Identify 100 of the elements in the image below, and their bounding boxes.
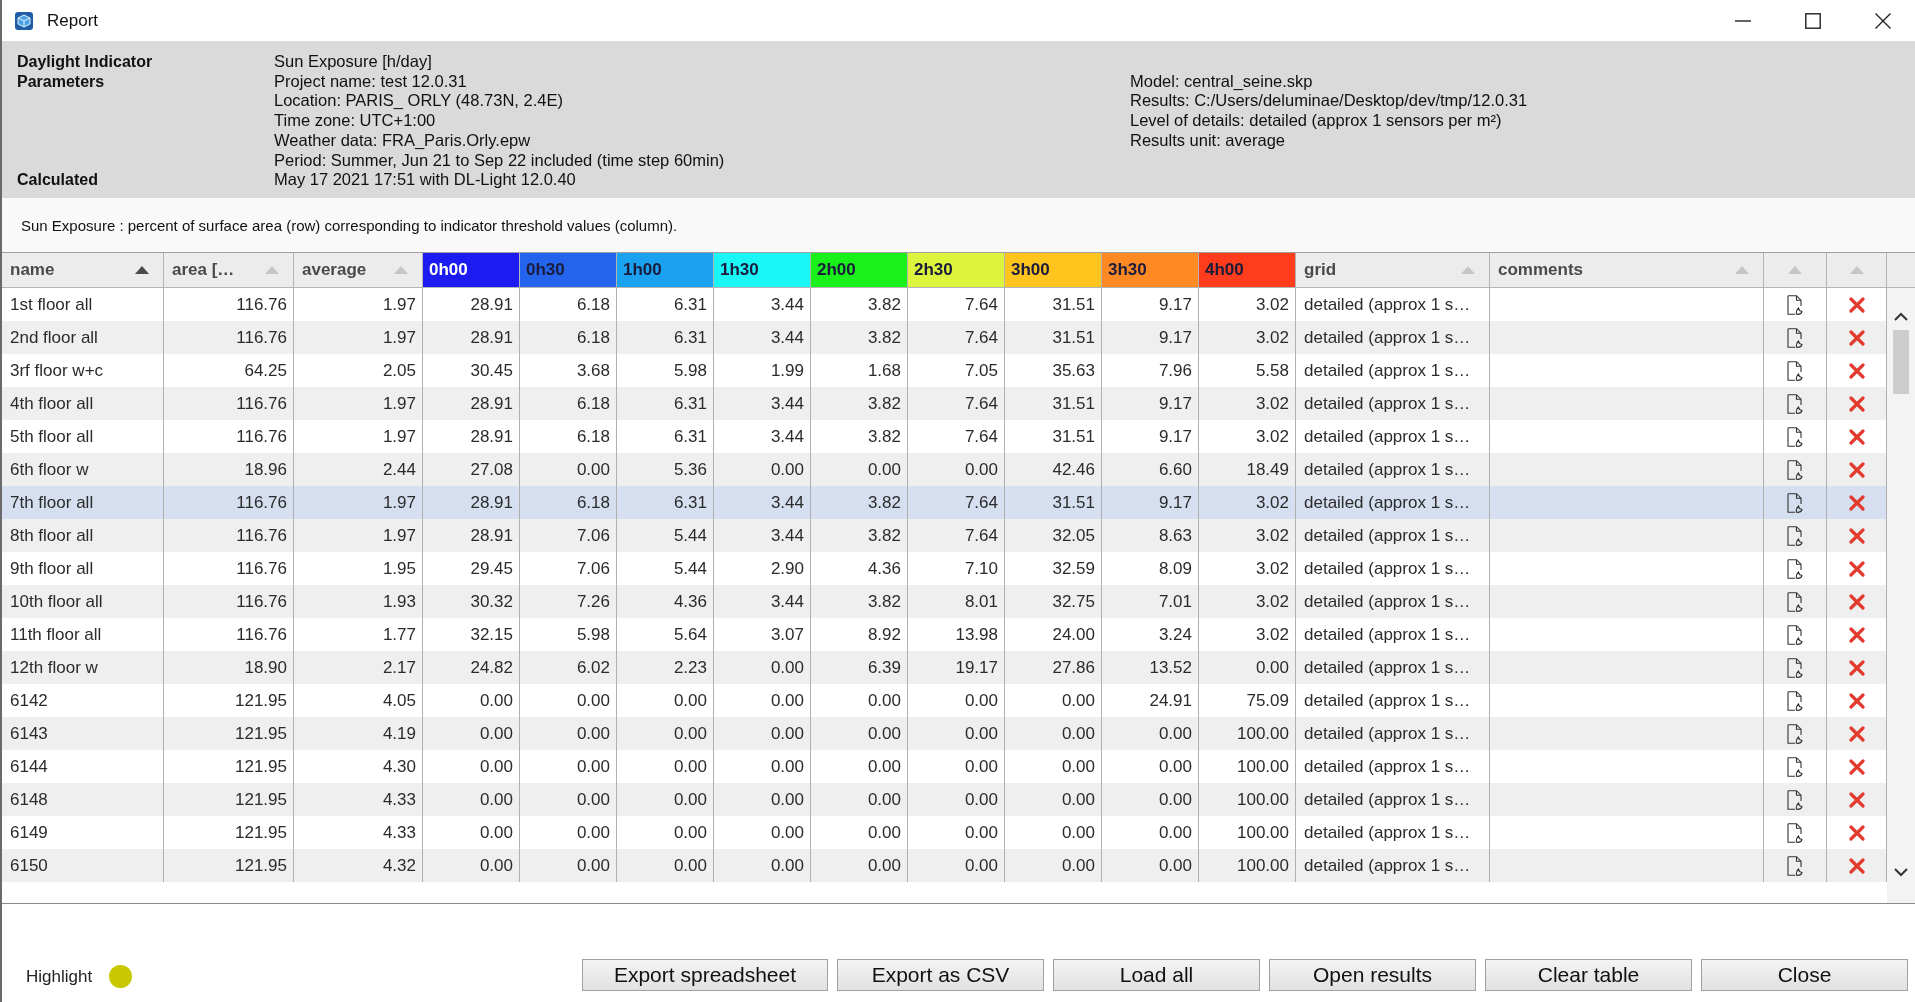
table-cell: 0.00 bbox=[714, 849, 811, 882]
cross-icon[interactable] bbox=[1848, 461, 1865, 478]
description-text: Sun Exposure : percent of surface area (row) corresponding to indicator threshold values (column). bbox=[21, 216, 678, 234]
parameter-text: Project name: test 12.0.31 bbox=[274, 71, 468, 92]
section-label: Calculated bbox=[17, 170, 99, 190]
document-icon[interactable] bbox=[1787, 789, 1803, 810]
table-row[interactable]: 8th floor all 116.76 1.97 28.91 7.06 5.44 3.44 3.82 7.64 32.05 8.63 3.02 detailed (approx 1 s… bbox=[2, 519, 1887, 552]
document-icon[interactable] bbox=[1787, 822, 1803, 843]
close-icon[interactable] bbox=[1875, 12, 1891, 29]
column-header: 3h30 bbox=[1102, 253, 1199, 287]
table-cell: 0.00 bbox=[1102, 849, 1199, 882]
table-row[interactable]: 12th floor w 18.90 2.17 24.82 6.02 2.23 0.00 6.39 19.17 27.86 13.52 0.00 detailed (approx 1 s… bbox=[2, 651, 1887, 684]
model-detail-text: Level of details: detailed (approx 1 sensors per m²) bbox=[1130, 111, 1503, 131]
cross-icon[interactable] bbox=[1848, 593, 1865, 610]
cross-icon[interactable] bbox=[1848, 725, 1865, 742]
column-header: 0h30 bbox=[520, 253, 617, 287]
cross-icon[interactable] bbox=[1848, 692, 1865, 709]
cross-icon[interactable] bbox=[1848, 329, 1865, 346]
table-cell: 121.95 bbox=[164, 849, 294, 882]
model-detail-text: Results: C:/Users/deluminae/Desktop/dev/tmp/12.0.31 bbox=[1130, 91, 1528, 112]
sort-arrow-icon[interactable] bbox=[135, 266, 149, 274]
cross-icon[interactable] bbox=[1848, 791, 1865, 808]
table-cell: 4.32 bbox=[294, 849, 423, 882]
table-cell: 0.00 bbox=[908, 849, 1005, 882]
cross-icon[interactable] bbox=[1848, 494, 1865, 511]
cross-icon[interactable] bbox=[1848, 395, 1865, 412]
maximize-icon[interactable] bbox=[1805, 12, 1821, 29]
action-button[interactable]: Close bbox=[1701, 959, 1908, 991]
column-header: 1h00 bbox=[617, 253, 714, 287]
document-icon[interactable] bbox=[1787, 624, 1803, 645]
action-button[interactable]: Clear table bbox=[1485, 959, 1692, 991]
column-header[interactable]: name bbox=[2, 253, 164, 287]
document-icon[interactable] bbox=[1787, 294, 1803, 315]
action-button[interactable]: Load all bbox=[1053, 959, 1260, 991]
document-icon[interactable] bbox=[1787, 459, 1803, 480]
table-row[interactable]: 6150 121.95 4.32 0.00 0.00 0.00 0.00 0.00 0.00 0.00 0.00 100.00 detailed (approx 1 s… bbox=[2, 849, 1887, 882]
cross-icon[interactable] bbox=[1848, 659, 1865, 676]
table-row[interactable]: 7th floor all 116.76 1.97 28.91 6.18 6.31 3.44 3.82 7.64 31.51 9.17 3.02 detailed (approx 1 s… bbox=[2, 486, 1887, 519]
document-icon[interactable] bbox=[1787, 855, 1803, 876]
action-button[interactable]: Export spreadsheet bbox=[582, 959, 828, 991]
cross-icon[interactable] bbox=[1848, 857, 1865, 874]
table-row[interactable]: 4th floor all 116.76 1.97 28.91 6.18 6.31 3.44 3.82 7.64 31.51 9.17 3.02 detailed (approx 1 s… bbox=[2, 387, 1887, 420]
cross-icon[interactable] bbox=[1848, 362, 1865, 379]
scrollbar[interactable] bbox=[1887, 288, 1915, 903]
column-header: 2h00 bbox=[811, 253, 908, 287]
cross-icon[interactable] bbox=[1848, 428, 1865, 445]
document-icon[interactable] bbox=[1787, 591, 1803, 612]
table-row[interactable]: 6148 121.95 4.33 0.00 0.00 0.00 0.00 0.00 0.00 0.00 0.00 100.00 detailed (approx 1 s… bbox=[2, 783, 1887, 816]
table-cell: 100.00 bbox=[1199, 849, 1296, 882]
table-row[interactable]: 10th floor all 116.76 1.93 30.32 7.26 4.36 3.44 3.82 8.01 32.75 7.01 3.02 detailed (approx 1 s… bbox=[2, 585, 1887, 618]
document-icon[interactable] bbox=[1787, 393, 1803, 414]
parameter-text: Sun Exposure [h/day] bbox=[274, 52, 433, 72]
table-cell: 0.00 bbox=[811, 849, 908, 882]
table-cell: 0.00 bbox=[617, 849, 714, 882]
document-icon[interactable] bbox=[1787, 327, 1803, 348]
cross-icon[interactable] bbox=[1848, 626, 1865, 643]
column-header[interactable]: area [… bbox=[164, 253, 294, 287]
model-detail-text: Results unit: average bbox=[1130, 130, 1286, 151]
table-row[interactable]: 6th floor w 18.96 2.44 27.08 0.00 5.36 0.00 0.00 0.00 42.46 6.60 18.49 detailed (approx 1 s… bbox=[2, 453, 1887, 486]
minimize-icon[interactable] bbox=[1735, 19, 1751, 22]
action-button[interactable]: Open results bbox=[1269, 959, 1476, 991]
column-header[interactable]: grid bbox=[1296, 253, 1490, 287]
column-header[interactable]: comments bbox=[1490, 253, 1764, 287]
parameter-text: Period: Summer, Jun 21 to Sep 22 included (time step 60min) bbox=[274, 150, 726, 171]
parameter-text: Time zone: UTC+1:00 bbox=[274, 111, 437, 131]
document-icon[interactable] bbox=[1787, 756, 1803, 777]
table-row[interactable]: 2nd floor all 116.76 1.97 28.91 6.18 6.31 3.44 3.82 7.64 31.51 9.17 3.02 detailed (approx 1 s… bbox=[2, 321, 1887, 354]
table-row[interactable]: 6143 121.95 4.19 0.00 0.00 0.00 0.00 0.00 0.00 0.00 0.00 100.00 detailed (approx 1 s… bbox=[2, 717, 1887, 750]
chevron-down-icon[interactable] bbox=[1894, 868, 1908, 877]
cross-icon[interactable] bbox=[1848, 758, 1865, 775]
cross-icon[interactable] bbox=[1848, 296, 1865, 313]
window-title: Report bbox=[47, 10, 99, 31]
cube-icon bbox=[15, 11, 33, 30]
table-cell: 0.00 bbox=[520, 849, 617, 882]
column-header: 2h30 bbox=[908, 253, 1005, 287]
parameter-text: Weather data: FRA_Paris.Orly.epw bbox=[274, 130, 532, 151]
document-icon[interactable] bbox=[1787, 525, 1803, 546]
document-icon[interactable] bbox=[1787, 426, 1803, 447]
table-cell: 0.00 bbox=[1005, 849, 1102, 882]
document-icon[interactable] bbox=[1787, 723, 1803, 744]
column-header: 3h00 bbox=[1005, 253, 1102, 287]
document-icon[interactable] bbox=[1787, 690, 1803, 711]
scrollbar-thumb[interactable] bbox=[1893, 330, 1909, 394]
column-header: 1h30 bbox=[714, 253, 811, 287]
model-detail-text: Model: central_seine.skp bbox=[1130, 71, 1314, 92]
document-icon[interactable] bbox=[1787, 492, 1803, 513]
cross-icon[interactable] bbox=[1848, 527, 1865, 544]
chevron-up-icon[interactable] bbox=[1894, 312, 1908, 321]
section-label: Daylight Indicator Parameters bbox=[17, 52, 154, 92]
parameter-text: Location: PARIS_ ORLY (48.73N, 2.4E) bbox=[274, 91, 564, 112]
column-header: 4h00 bbox=[1199, 253, 1296, 287]
cross-icon[interactable] bbox=[1848, 824, 1865, 841]
table-cell: detailed (approx 1 s… bbox=[1296, 849, 1490, 882]
color-swatch-icon[interactable] bbox=[109, 965, 133, 988]
cross-icon[interactable] bbox=[1848, 560, 1865, 577]
calculated-text: May 17 2021 17:51 with DL-Light 12.0.40 bbox=[274, 170, 577, 190]
action-button[interactable]: Export as CSV bbox=[837, 959, 1044, 991]
document-icon[interactable] bbox=[1787, 657, 1803, 678]
document-icon[interactable] bbox=[1787, 558, 1803, 579]
document-icon[interactable] bbox=[1787, 360, 1803, 381]
